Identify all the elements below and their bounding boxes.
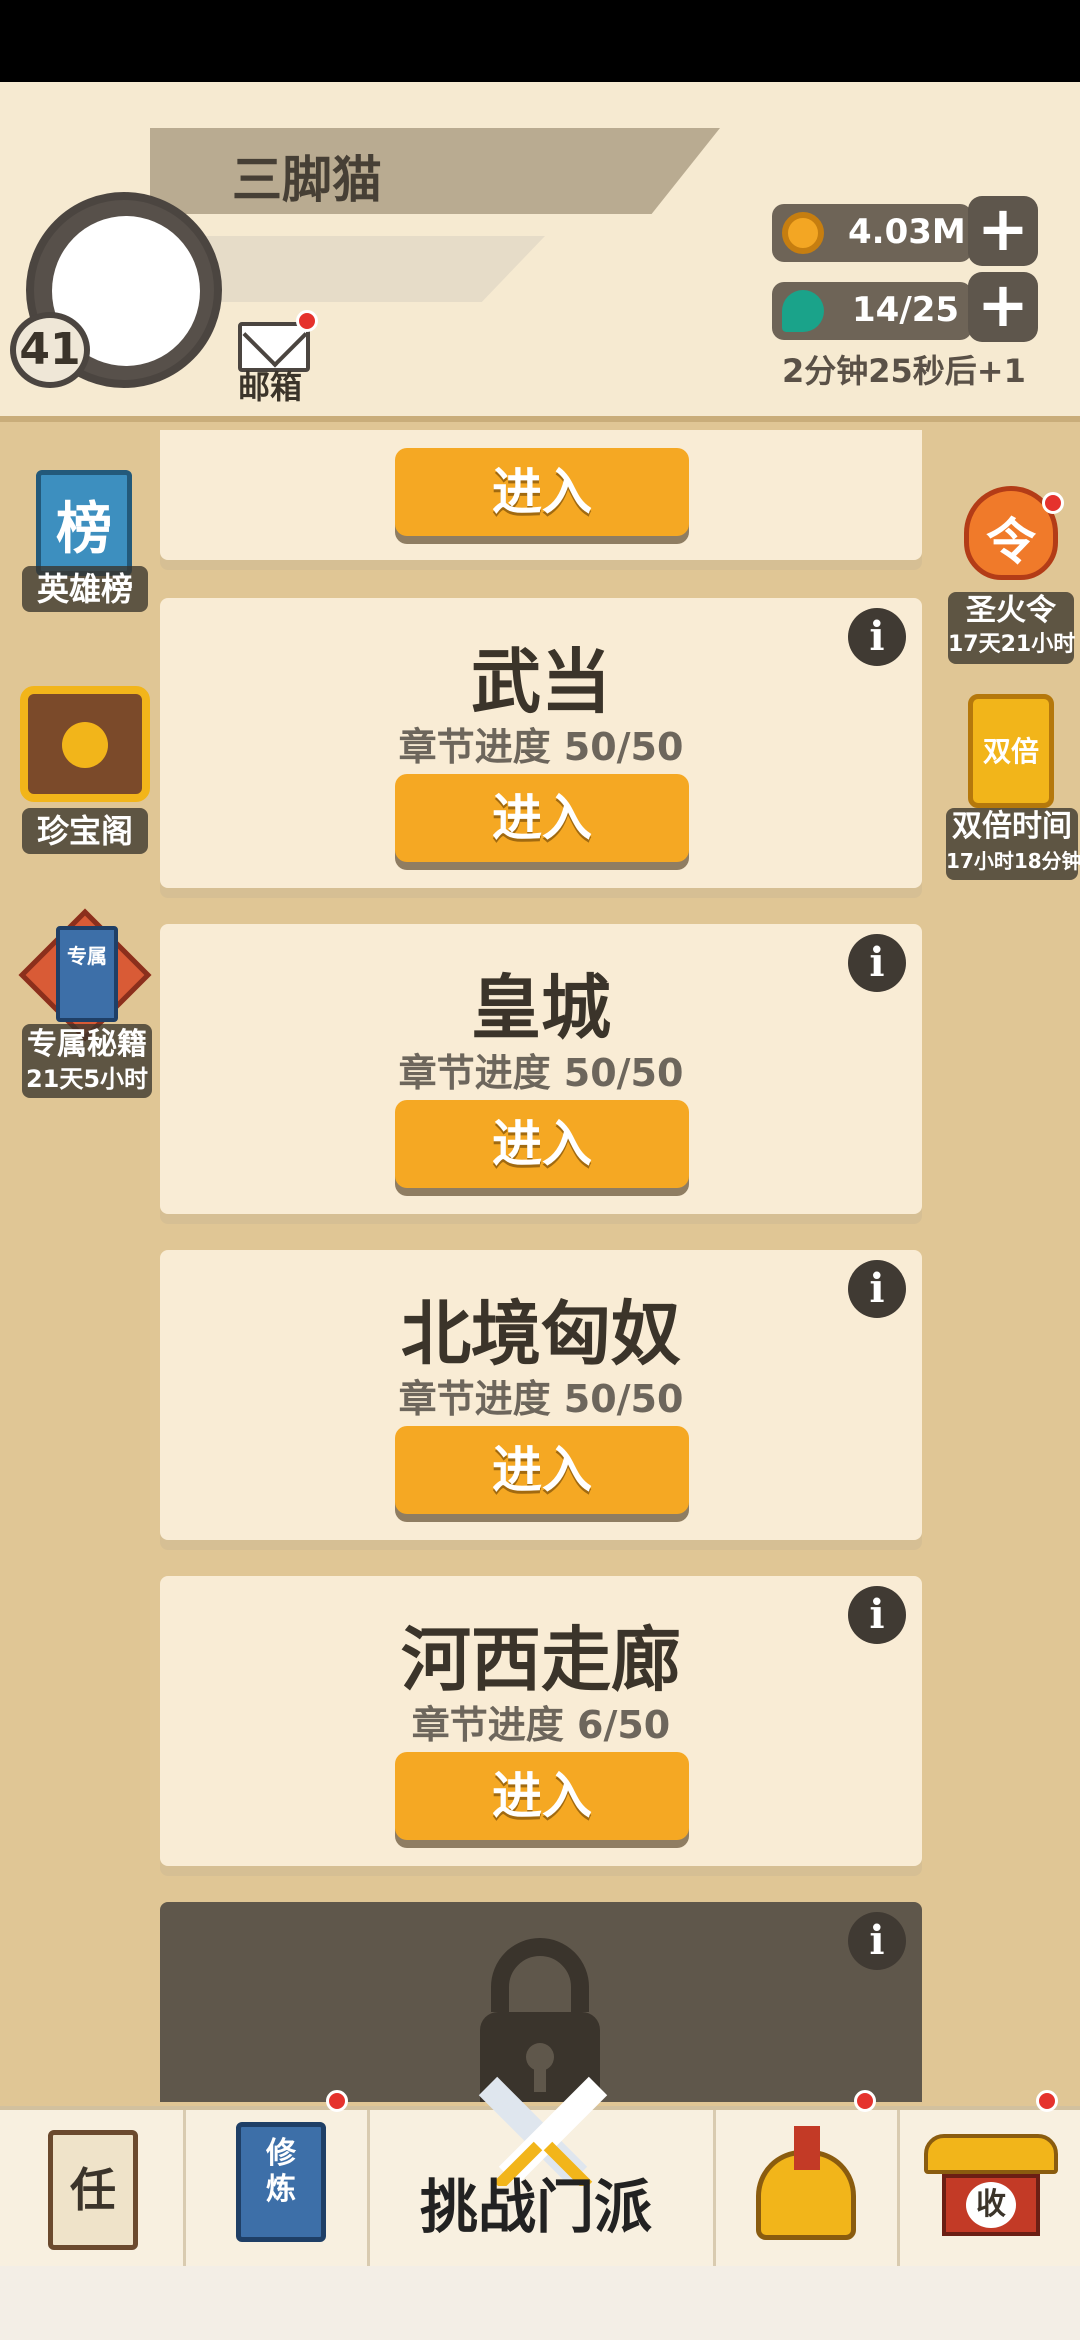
- stamina-drop-icon: [782, 290, 824, 332]
- level-badge: 41: [10, 312, 90, 388]
- nav-shop[interactable]: 收: [900, 2110, 1080, 2266]
- treasure-pavilion-label[interactable]: 珍宝阁: [22, 808, 148, 854]
- stage-card-hexi-zoulang: i 河西走廊 章节进度 6/50 进入: [160, 1576, 922, 1866]
- hero-ranking-button[interactable]: 榜: [30, 470, 140, 580]
- equipment-notification-dot: [854, 2090, 876, 2112]
- stage-title: 武当: [471, 641, 611, 723]
- add-stamina-button[interactable]: +: [968, 272, 1038, 342]
- enter-button[interactable]: 进入: [395, 1426, 689, 1514]
- status-bar: [0, 0, 1080, 82]
- stamina-value: 14/25: [852, 290, 960, 330]
- shop-roof-icon: [924, 2134, 1058, 2174]
- nav-equipment[interactable]: [716, 2110, 900, 2266]
- coin-icon: [782, 212, 824, 254]
- coins-value: 4.03M: [848, 212, 966, 252]
- info-icon[interactable]: i: [848, 1912, 906, 1970]
- enter-button[interactable]: 进入: [395, 1752, 689, 1840]
- chapter-progress: 章节进度 6/50: [411, 1703, 671, 1747]
- treasure-pavilion-button[interactable]: [20, 686, 150, 806]
- secret-book-button[interactable]: 专属: [18, 908, 152, 1042]
- shop-notification-dot: [1036, 2090, 1058, 2112]
- double-time-button[interactable]: 双倍: [968, 694, 1054, 808]
- chapter-progress: 章节进度 50/50: [398, 1377, 684, 1421]
- flame-token-notification-dot: [1042, 492, 1064, 514]
- chapter-progress: 章节进度 50/50: [398, 725, 684, 769]
- cultivate-notification-dot: [326, 2090, 348, 2112]
- stamina-pill: 14/25: [772, 282, 972, 340]
- flame-token-label[interactable]: 圣火令 17天21小时: [948, 592, 1075, 664]
- system-nav-bar: [0, 2266, 1080, 2340]
- player-name: 三脚猫: [232, 151, 382, 209]
- stage-title: 北境匈奴: [401, 1293, 681, 1375]
- enter-button[interactable]: 进入: [395, 1100, 689, 1188]
- stamina-timer: 2分钟25秒后+1: [782, 352, 1026, 390]
- stage-title: 皇城: [471, 967, 611, 1049]
- mail-label[interactable]: 邮箱: [238, 362, 302, 408]
- mail-notification-dot: [296, 310, 318, 332]
- double-time-label[interactable]: 双倍时间 17小时18分钟: [946, 808, 1080, 880]
- stage-card-partial: 进入: [160, 430, 922, 560]
- stage-card-beijing-xiongnu: i 北境匈奴 章节进度 50/50 进入: [160, 1250, 922, 1540]
- nav-cultivate[interactable]: 修炼: [186, 2110, 370, 2266]
- coins-pill: 4.03M: [772, 204, 972, 262]
- stage-card-locked: i: [160, 1902, 922, 2102]
- stage-card-wudang: i 武当 章节进度 50/50 进入: [160, 598, 922, 888]
- enter-button[interactable]: 进入: [395, 774, 689, 862]
- enter-button[interactable]: 进入: [395, 448, 689, 536]
- challenge-sect-label[interactable]: 挑战门派: [420, 2160, 652, 2244]
- secret-book-label[interactable]: 专属秘籍 21天5小时: [22, 1024, 152, 1098]
- stage-card-huangcheng: i 皇城 章节进度 50/50 进入: [160, 924, 922, 1214]
- add-coins-button[interactable]: +: [968, 196, 1038, 266]
- stage-title: 河西走廊: [401, 1619, 681, 1701]
- chapter-progress: 章节进度 50/50: [398, 1051, 684, 1095]
- nav-task[interactable]: 任: [0, 2110, 186, 2266]
- hero-ranking-label[interactable]: 英雄榜: [22, 566, 148, 612]
